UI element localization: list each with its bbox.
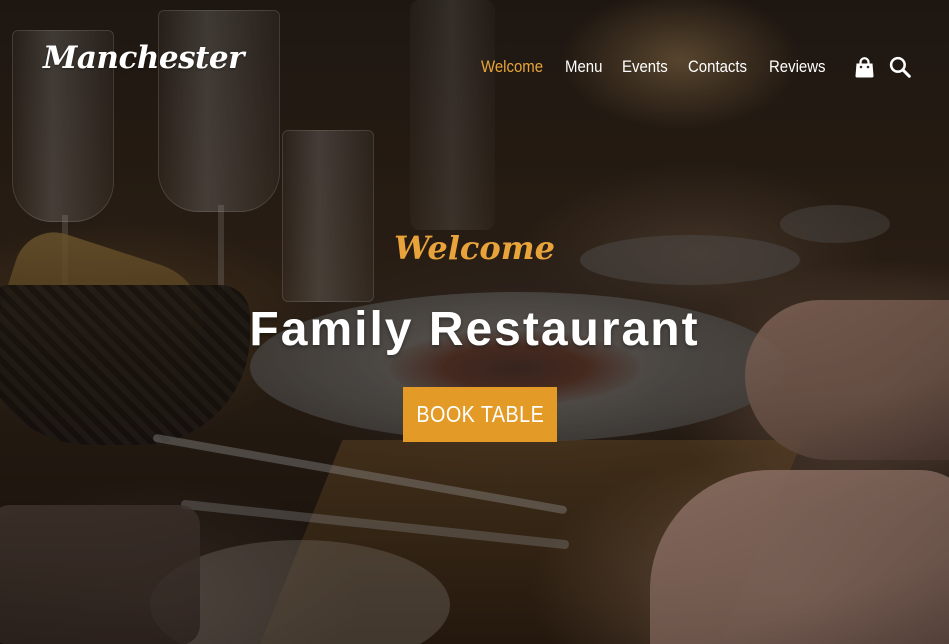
nav-item-menu[interactable]: Menu xyxy=(565,57,602,77)
hero-title: Family Restaurant xyxy=(249,303,700,356)
search-icon[interactable] xyxy=(889,56,911,78)
hero-section: Manchester Welcome Menu Events Contacts … xyxy=(0,0,949,644)
nav-item-contacts[interactable]: Contacts xyxy=(688,57,747,77)
nav-item-reviews[interactable]: Reviews xyxy=(769,57,826,77)
book-table-button-label: BOOK TABLE xyxy=(416,401,544,427)
nav-item-welcome[interactable]: Welcome xyxy=(481,57,543,77)
hero-script-heading: Welcome xyxy=(394,229,555,267)
shopping-bag-icon[interactable] xyxy=(853,56,875,78)
site-logo[interactable]: Manchester xyxy=(43,40,244,76)
main-nav: Welcome Menu Events Contacts Reviews xyxy=(481,56,919,78)
book-table-button[interactable]: BOOK TABLE xyxy=(403,387,557,442)
nav-item-events[interactable]: Events xyxy=(622,57,668,77)
